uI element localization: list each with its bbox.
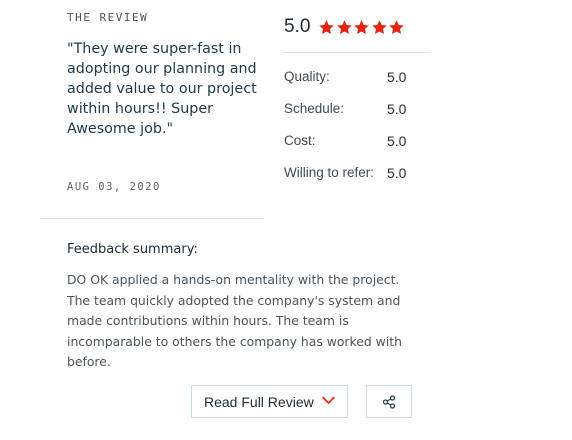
review-quote: "They were super-fast in adopting our pl… xyxy=(67,41,257,137)
rating-label: Willing to refer: xyxy=(284,165,375,180)
star-icon xyxy=(389,19,405,34)
star-icon xyxy=(337,19,352,34)
chevron-down-icon xyxy=(322,396,335,404)
rating-value: 5.0 xyxy=(387,69,407,85)
rating-value: 5.0 xyxy=(387,101,407,117)
rating-value: 5.0 xyxy=(387,165,407,181)
star-icon xyxy=(354,19,370,34)
divider xyxy=(283,52,430,53)
rating-breakdown: Quality: 5.0 Schedule: 5.0 Cost: 5.0 Wil… xyxy=(284,68,424,196)
star-icon xyxy=(372,19,387,34)
rating-label: Quality: xyxy=(284,69,330,84)
divider xyxy=(40,218,264,219)
rating-row-quality: Quality: 5.0 xyxy=(284,68,424,100)
rating-row-cost: Cost: 5.0 xyxy=(284,132,424,164)
rating-label: Schedule: xyxy=(284,101,345,116)
review-date: AUG 03, 2020 xyxy=(67,181,161,193)
share-button[interactable] xyxy=(366,385,412,418)
feedback-summary-text: DO OK applied a hands-on mentality with … xyxy=(67,272,402,369)
overall-rating: 5.0 xyxy=(284,14,406,40)
share-icon xyxy=(382,394,396,409)
rating-row-schedule: Schedule: 5.0 xyxy=(284,100,424,132)
rating-label: Cost: xyxy=(284,133,316,148)
star-icon xyxy=(319,19,335,34)
read-full-review-button[interactable]: Read Full Review xyxy=(191,385,348,418)
star-rating xyxy=(318,19,406,36)
review-section-label: THE REVIEW xyxy=(67,11,149,24)
feedback-summary-title: Feedback summary: xyxy=(67,242,198,257)
rating-row-willing-to-refer: Willing to refer: 5.0 xyxy=(284,164,424,196)
read-full-review-label: Read Full Review xyxy=(204,393,314,410)
overall-score: 5.0 xyxy=(284,16,311,37)
rating-value: 5.0 xyxy=(387,133,407,149)
